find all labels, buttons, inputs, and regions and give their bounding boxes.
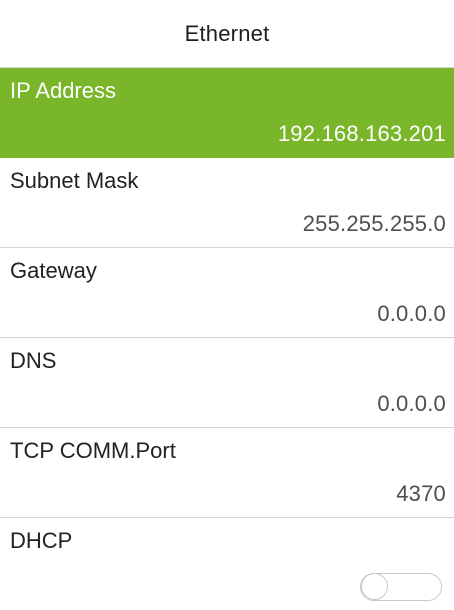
list-item-dns[interactable]: DNS 0.0.0.0 [0, 338, 454, 428]
list-item-dhcp[interactable]: DHCP [0, 518, 454, 610]
item-value: 255.255.255.0 [302, 211, 446, 236]
item-label: DNS [10, 348, 57, 373]
item-value: 0.0.0.0 [377, 301, 446, 326]
item-value: 4370 [396, 481, 446, 506]
dhcp-toggle[interactable] [360, 573, 442, 601]
item-label: TCP COMM.Port [10, 438, 176, 463]
item-value: 0.0.0.0 [377, 391, 446, 416]
list-item-ip-address[interactable]: IP Address 192.168.163.201 [0, 68, 454, 158]
toggle-knob [361, 573, 388, 600]
item-value: 192.168.163.201 [277, 121, 446, 146]
item-label: IP Address [10, 78, 116, 103]
item-label: DHCP [10, 528, 73, 553]
list-item-gateway[interactable]: Gateway 0.0.0.0 [0, 248, 454, 338]
settings-list: IP Address 192.168.163.201 Subnet Mask 2… [0, 68, 454, 610]
item-label: Subnet Mask [10, 168, 139, 193]
page-title: Ethernet [0, 0, 454, 68]
list-item-subnet-mask[interactable]: Subnet Mask 255.255.255.0 [0, 158, 454, 248]
ethernet-settings-screen: Ethernet IP Address 192.168.163.201 Subn… [0, 0, 454, 608]
item-label: Gateway [10, 258, 97, 283]
list-item-tcp-comm-port[interactable]: TCP COMM.Port 4370 [0, 428, 454, 518]
